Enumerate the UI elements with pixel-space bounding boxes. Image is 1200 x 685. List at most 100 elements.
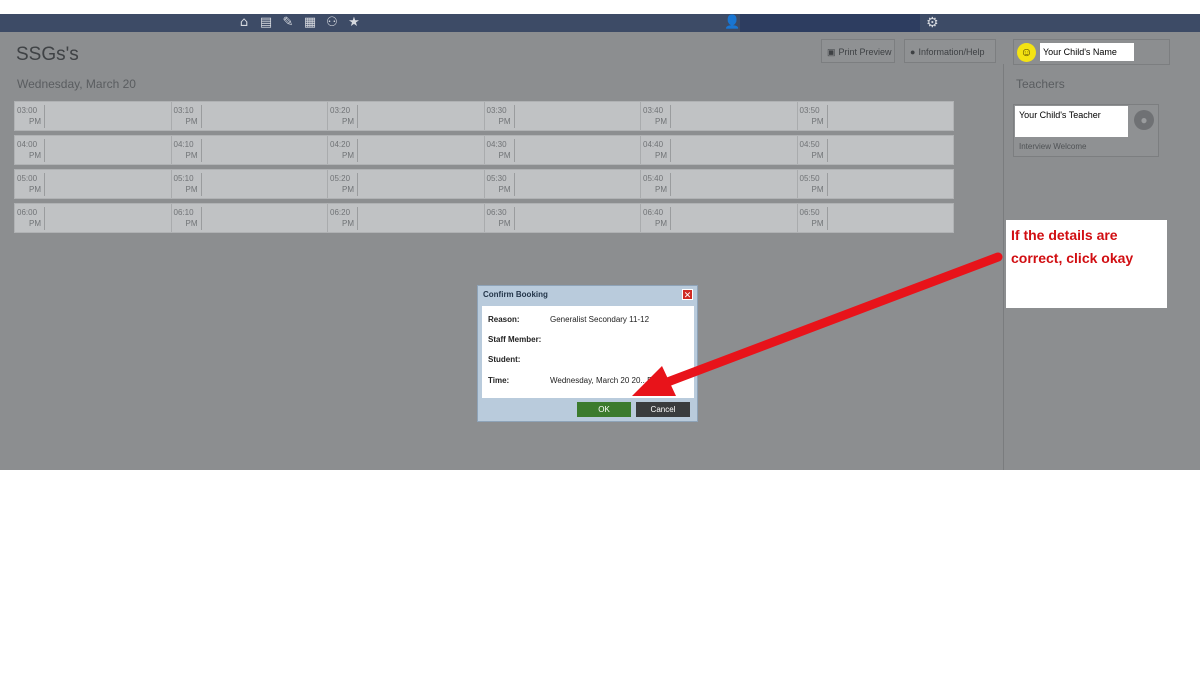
information-help-button[interactable]: ● Information/Help	[904, 39, 996, 63]
timeslot-time-value: 04:30	[486, 140, 507, 149]
cancel-button[interactable]: Cancel	[636, 402, 690, 417]
timeslot-cell[interactable]: 04:00 PM	[15, 136, 172, 164]
teacher-status: Interview Welcome	[1019, 142, 1087, 151]
timeslot-cell[interactable]: 06:00 PM	[15, 204, 172, 232]
timeslot-period: PM	[185, 117, 198, 126]
timeslot-cell[interactable]: 04:20 PM	[328, 136, 485, 164]
star-icon[interactable]: ★	[346, 14, 362, 32]
timeslot-period: PM	[811, 151, 824, 160]
student-label: Student:	[488, 355, 521, 364]
timeslot-period: PM	[29, 219, 41, 228]
timeslot-time-value: 06:40	[643, 208, 664, 217]
timeslot-period: PM	[811, 185, 824, 194]
printer-icon: ▣	[827, 47, 836, 57]
timeslot-time: 03:20 PM	[330, 105, 358, 128]
timeslot-time: 06:20 PM	[330, 207, 358, 230]
timeslot-time-value: 06:20	[330, 208, 351, 217]
timeslot-cell[interactable]: 04:40 PM	[641, 136, 798, 164]
timeslot-cell[interactable]: 06:40 PM	[641, 204, 798, 232]
timeslot-period: PM	[185, 185, 198, 194]
timeslot-time: 06:40 PM	[643, 207, 671, 230]
timeslot-cell[interactable]: 04:30 PM	[485, 136, 641, 164]
timeslot-cell[interactable]: 04:50 PM	[798, 136, 954, 164]
user-icon[interactable]: 👤	[724, 14, 740, 32]
timeslot-cell[interactable]: 05:40 PM	[641, 170, 798, 198]
reason-label: Reason:	[488, 315, 520, 324]
timeslot-time-value: 04:20	[330, 140, 351, 149]
timeslot-period: PM	[498, 151, 511, 160]
timeslot-row: 06:00 PM 06:10 PM 06:20 PM 06:30 PM 06:40 PM 06:50…	[14, 203, 954, 233]
child-name: Your Child's Name	[1040, 43, 1134, 61]
timeslot-time: 05:50 PM	[800, 173, 828, 196]
print-preview-label: Print Preview	[838, 47, 892, 57]
timeslot-time-value: 04:10	[173, 140, 194, 149]
timeslot-time: 06:10 PM	[174, 207, 202, 230]
timeslot-cell[interactable]: 03:30 PM	[485, 102, 641, 130]
staff-member-label: Staff Member:	[488, 335, 542, 344]
apps-grid-icon[interactable]: ▦	[302, 14, 318, 32]
timeslot-cell[interactable]: 05:20 PM	[328, 170, 485, 198]
calendar-icon[interactable]: ▤	[258, 14, 274, 32]
timeslot-row: 03:00 PM 03:10 PM 03:20 PM 03:30 PM 03:40 PM 03:50…	[14, 101, 954, 131]
home-icon[interactable]: ⌂	[236, 14, 252, 32]
top-navigation-bar: ⌂ ▤ ✎ ▦ ⚇ ★ 👤 ⚙	[0, 14, 1200, 32]
timeslot-cell[interactable]: 06:30 PM	[485, 204, 641, 232]
user-name-field[interactable]	[740, 14, 920, 32]
timeslot-cell[interactable]: 06:50 PM	[798, 204, 954, 232]
timeslot-time-value: 05:20	[330, 174, 351, 183]
child-selector[interactable]: ☺ Your Child's Name	[1013, 39, 1170, 65]
timeslot-period: PM	[29, 185, 41, 194]
timeslot-cell[interactable]: 03:00 PM	[15, 102, 172, 130]
timeslot-grid: 03:00 PM 03:10 PM 03:20 PM 03:30 PM 03:40 PM 03:50…	[14, 101, 954, 237]
timeslot-time-value: 06:00	[17, 208, 38, 217]
timeslot-time: 06:30 PM	[487, 207, 515, 230]
timeslot-time-value: 03:50	[799, 106, 820, 115]
timeslot-period: PM	[29, 117, 41, 126]
pencil-icon[interactable]: ✎	[280, 14, 296, 32]
timeslot-cell[interactable]: 06:20 PM	[328, 204, 485, 232]
timeslot-cell[interactable]: 05:50 PM	[798, 170, 954, 198]
timeslot-cell[interactable]: 06:10 PM	[172, 204, 328, 232]
timeslot-time-value: 03:20	[330, 106, 351, 115]
timeslot-time: 03:40 PM	[643, 105, 671, 128]
timeslot-row: 04:00 PM 04:10 PM 04:20 PM 04:30 PM 04:40 PM 04:50…	[14, 135, 954, 165]
timeslot-time: 04:50 PM	[800, 139, 828, 162]
time-label: Time:	[488, 376, 510, 385]
print-preview-button[interactable]: ▣ Print Preview	[821, 39, 895, 63]
timeslot-cell[interactable]: 05:00 PM	[15, 170, 172, 198]
information-help-label: Information/Help	[918, 47, 985, 57]
timeslot-row: 05:00 PM 05:10 PM 05:20 PM 05:30 PM 05:40 PM 05:50…	[14, 169, 954, 199]
teacher-avatar-icon: ●	[1134, 110, 1154, 130]
timeslot-period: PM	[342, 117, 354, 126]
timeslot-cell[interactable]: 05:30 PM	[485, 170, 641, 198]
timeslot-cell[interactable]: 03:50 PM	[798, 102, 954, 130]
timeslot-time: 04:40 PM	[643, 139, 671, 162]
close-icon[interactable]: ✕	[682, 289, 693, 300]
timeslot-period: PM	[811, 117, 824, 126]
timeslot-time: 06:50 PM	[800, 207, 828, 230]
timeslot-time-value: 06:30	[486, 208, 507, 217]
reason-row: Reason: Generalist Secondary 11-12	[488, 315, 649, 324]
timeslot-time-value: 03:30	[486, 106, 507, 115]
help-icon: ●	[910, 47, 916, 57]
timeslot-time-value: 05:30	[486, 174, 507, 183]
timeslot-time: 05:40 PM	[643, 173, 671, 196]
timeslot-time: 05:30 PM	[487, 173, 515, 196]
timeslot-cell[interactable]: 05:10 PM	[172, 170, 328, 198]
gear-icon[interactable]: ⚙	[926, 14, 939, 32]
timeslot-time-value: 03:40	[643, 106, 664, 115]
timeslot-period: PM	[498, 219, 511, 228]
timeslot-cell[interactable]: 03:20 PM	[328, 102, 485, 130]
timeslot-cell[interactable]: 03:10 PM	[172, 102, 328, 130]
teacher-card[interactable]: Your Child's Teacher ● Interview Welcome	[1013, 104, 1159, 157]
timeslot-period: PM	[498, 117, 511, 126]
people-icon[interactable]: ⚇	[324, 14, 340, 32]
timeslot-cell[interactable]: 04:10 PM	[172, 136, 328, 164]
timeslot-time: 04:10 PM	[174, 139, 202, 162]
timeslot-period: PM	[342, 219, 354, 228]
ok-button[interactable]: OK	[577, 402, 631, 417]
timeslot-time-value: 05:50	[799, 174, 820, 183]
timeslot-time: 05:20 PM	[330, 173, 358, 196]
timeslot-cell[interactable]: 03:40 PM	[641, 102, 798, 130]
timeslot-period: PM	[655, 219, 667, 228]
